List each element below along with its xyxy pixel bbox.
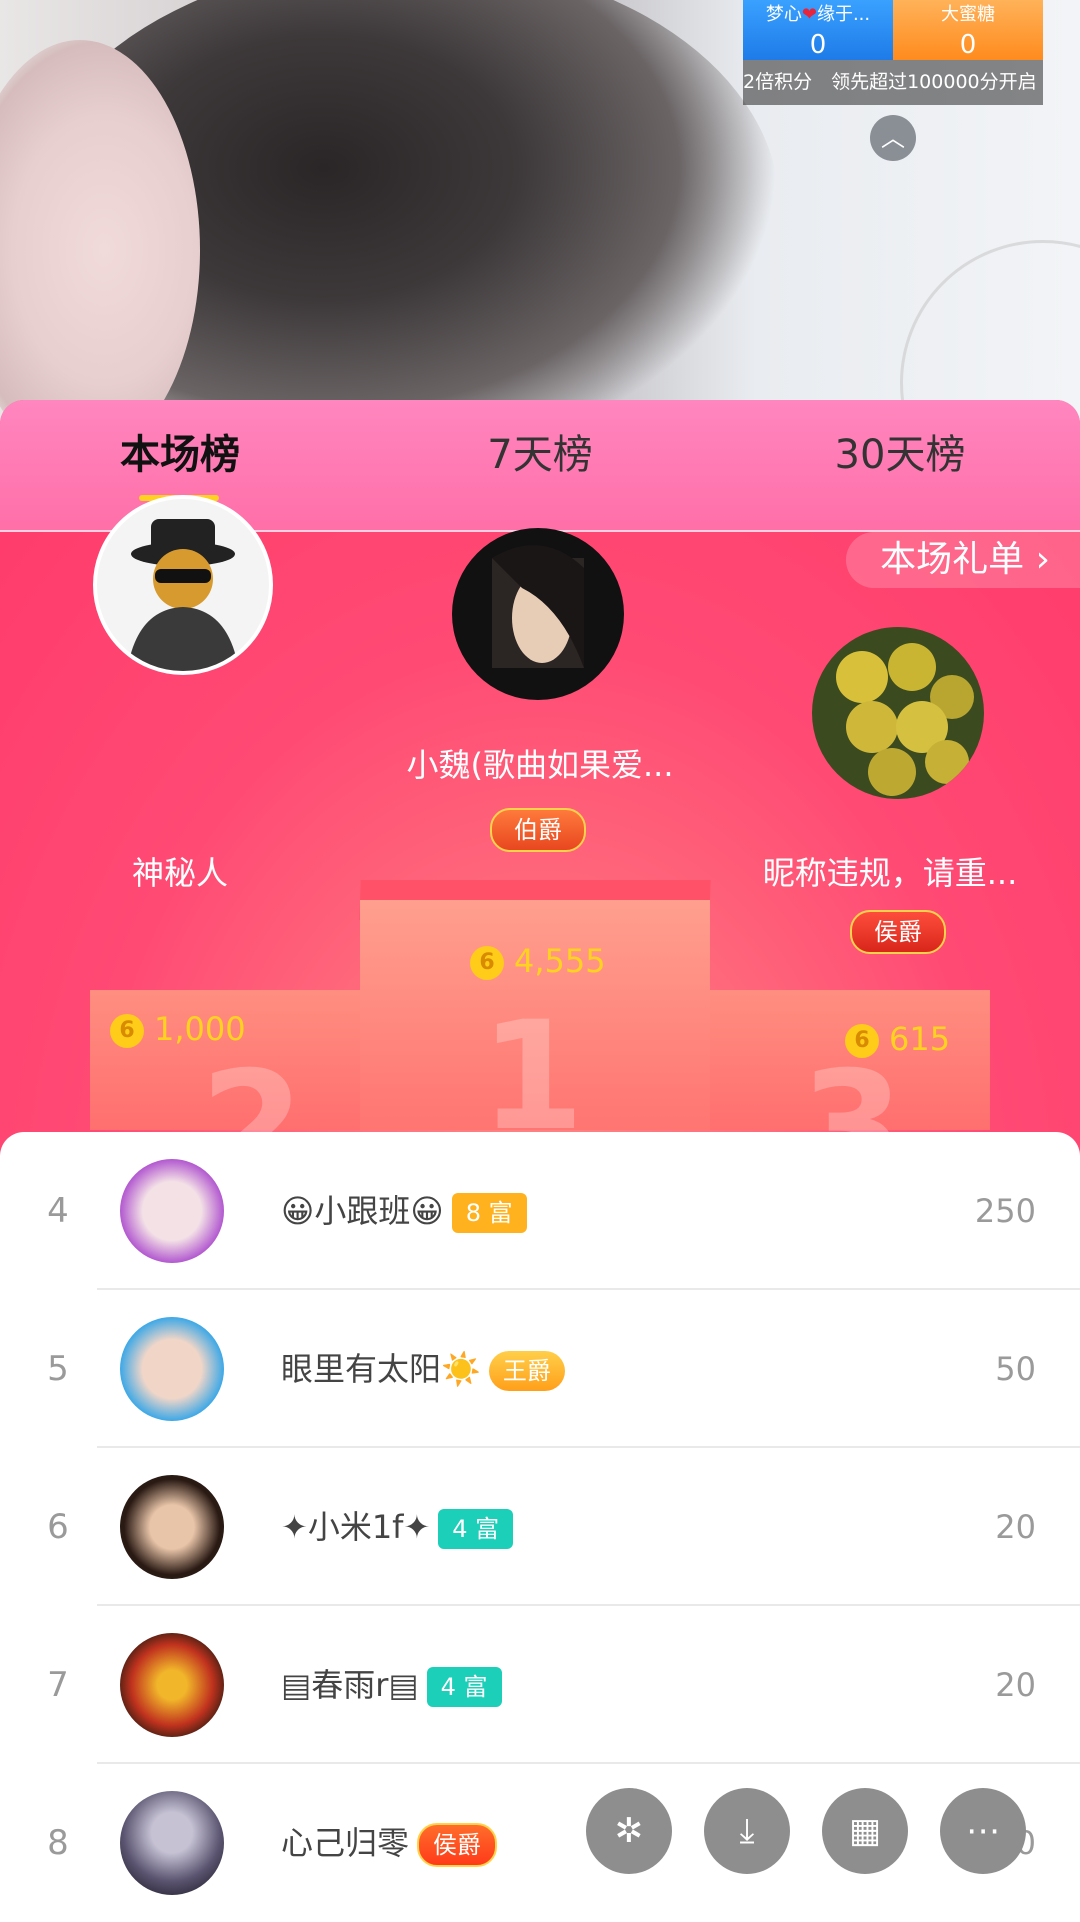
noble-badge: 王爵 (488, 1351, 565, 1391)
grid-icon[interactable]: ▦ (822, 1788, 908, 1874)
score: 20 (995, 1666, 1036, 1704)
list-item[interactable]: 6 ✦小米1f✦ 4 富 20 (0, 1448, 1080, 1606)
rank-number: 7 (47, 1665, 69, 1705)
coin-icon: 6 (845, 1024, 879, 1058)
tab-30-days[interactable]: 30天榜 (820, 400, 980, 510)
avatar[interactable] (120, 1791, 224, 1895)
avatar-rank-3[interactable] (812, 627, 984, 799)
user-name: ▤春雨r▤ 4 富 (281, 1606, 502, 1764)
more-icon[interactable]: ⋯ (940, 1788, 1026, 1874)
rank-number: 8 (47, 1823, 69, 1863)
avatar-rank-2[interactable] (93, 495, 273, 675)
noble-badge: 侯爵 (417, 1823, 498, 1867)
pk-left-score: 0 (809, 30, 827, 60)
rank-1-name: 小魏(歌曲如果爱... (406, 746, 674, 784)
rank-3-badge: 侯爵 (850, 910, 946, 954)
avatar[interactable] (120, 1475, 224, 1579)
pk-right-score: 0 (959, 30, 977, 60)
rank-number: 4 (47, 1191, 69, 1231)
list-item[interactable]: 8 心己归零侯爵 20 (0, 1764, 1080, 1922)
chevron-right-icon: › (1035, 539, 1050, 580)
user-name: 眼里有太阳☀️ 王爵 (281, 1290, 565, 1448)
rank-number: 5 (47, 1349, 69, 1389)
score: 250 (974, 1192, 1036, 1230)
list-item[interactable]: 7 ▤春雨r▤ 4 富 20 (0, 1606, 1080, 1764)
rank-2-coins: 6 1,000 (110, 1010, 246, 1048)
score: 50 (995, 1350, 1036, 1388)
chevron-up-icon[interactable]: ︿ (870, 115, 916, 161)
rank-3-name: 昵称违规，请重... (762, 854, 1018, 892)
user-name: ✦小米1f✦ 4 富 (281, 1448, 514, 1606)
rank-1-badge: 伯爵 (490, 808, 586, 852)
pk-left-team: 梦心❤缘于... 0 (743, 0, 893, 60)
rich-level-badge: 4 富 (426, 1667, 502, 1707)
ranking-list: 4 😀小跟班😀 8 富 250 5 眼里有太阳☀️ 王爵 50 6 ✦小米1f✦ 4 … (0, 1132, 1080, 1920)
tab-7-days[interactable]: 7天榜 (460, 400, 620, 510)
rich-level-badge: 8 富 (451, 1193, 527, 1233)
pk-left-name: 梦心 (765, 4, 802, 25)
gift-list-label: 本场礼单 (880, 539, 1025, 580)
rank-number: 6 (47, 1507, 69, 1547)
coin-icon: 6 (110, 1014, 144, 1048)
list-item[interactable]: 5 眼里有太阳☀️ 王爵 50 (0, 1290, 1080, 1448)
tab-this-session[interactable]: 本场榜 (100, 400, 260, 510)
avatar[interactable] (120, 1633, 224, 1737)
rank-2-name: 神秘人 (131, 854, 228, 892)
avatar[interactable] (120, 1317, 224, 1421)
list-item[interactable]: 4 😀小跟班😀 8 富 250 (0, 1132, 1080, 1290)
rank-1-coins: 6 4,555 (470, 942, 606, 980)
avatar-rank-1[interactable] (452, 528, 624, 700)
heart-icon: ❤ (801, 4, 817, 25)
avatar[interactable] (120, 1159, 224, 1263)
pk-widget[interactable]: 梦心❤缘于... 0 大蜜糖 0 2倍积分 领先超过100000分开启 (743, 0, 1043, 105)
pk-left-name-suffix: 缘于... (816, 4, 871, 25)
gift-list-link[interactable]: 本场礼单 › (846, 532, 1080, 588)
rich-level-badge: 4 富 (438, 1509, 514, 1549)
pk-right-team: 大蜜糖 0 (893, 0, 1043, 60)
photo-ferris-wheel (900, 240, 1080, 420)
download-icon[interactable]: ⤓ (704, 1788, 790, 1874)
share-icon[interactable]: ✲ (586, 1788, 672, 1874)
pk-right-name: 大蜜糖 (941, 4, 995, 25)
user-name: 心己归零 侯爵 (281, 1764, 498, 1922)
score: 20 (995, 1508, 1036, 1546)
rank-3-coins: 6 615 (845, 1020, 950, 1058)
user-name: 😀小跟班😀 8 富 (281, 1132, 527, 1290)
coin-icon: 6 (470, 946, 504, 980)
pk-banner: 2倍积分 领先超过100000分开启 (743, 60, 1043, 105)
